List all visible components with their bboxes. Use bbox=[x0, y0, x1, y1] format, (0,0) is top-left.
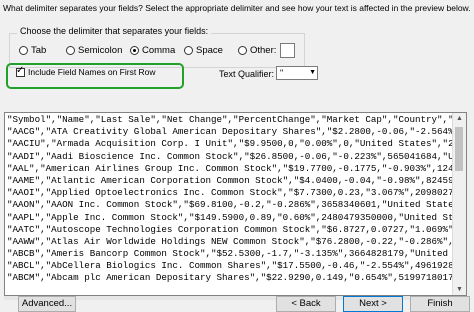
preview-row: "ABCB","Ameris Bancorp Common Stock","$5… bbox=[7, 248, 454, 260]
preview-row: "AATC","Autoscope Technologies Corporati… bbox=[7, 223, 454, 235]
radio-space-label: Space bbox=[196, 45, 223, 56]
preview-row: "AAON","AAON Inc. Common Stock","$69.810… bbox=[7, 199, 454, 211]
next-button[interactable]: Next > bbox=[343, 296, 403, 312]
radio-comma-dot[interactable] bbox=[130, 46, 139, 55]
radio-other-dot[interactable] bbox=[238, 46, 247, 55]
preview-pane: "Symbol","Name","Last Sale","Net Change"… bbox=[4, 112, 467, 296]
preview-row: "AACG","ATA Creativity Global American D… bbox=[7, 126, 454, 138]
radio-other[interactable]: Other: bbox=[238, 45, 276, 56]
radio-space-dot[interactable] bbox=[184, 46, 193, 55]
scroll-down-icon[interactable]: ▼ bbox=[453, 286, 466, 293]
preview-row: "ABCM","Abcam plc American Depositary Sh… bbox=[7, 272, 454, 284]
other-delimiter-input[interactable] bbox=[280, 43, 295, 58]
preview-row: "AADI","Aadi Bioscience Inc. Common Stoc… bbox=[7, 150, 454, 162]
instruction-text: What delimiter separates your fields? Se… bbox=[3, 3, 471, 13]
chevron-down-icon[interactable]: ▼ bbox=[309, 67, 316, 79]
preview-row: "Symbol","Name","Last Sale","Net Change"… bbox=[7, 114, 454, 125]
radio-tab[interactable]: Tab bbox=[19, 45, 46, 56]
advanced-button[interactable]: Advanced... bbox=[18, 296, 76, 312]
radio-other-label: Other: bbox=[250, 45, 277, 56]
preview-row: "AAL","American Airlines Group Inc. Comm… bbox=[7, 162, 454, 174]
text-qualifier-label: Text Qualifier: bbox=[219, 69, 275, 79]
field-names-label: Include Field Names on First Row bbox=[28, 67, 156, 77]
field-names-checkbox-row[interactable]: Include Field Names on First Row bbox=[16, 65, 156, 77]
radio-comma[interactable]: Comma bbox=[130, 45, 175, 56]
radio-comma-label: Comma bbox=[142, 45, 176, 56]
radio-semicolon[interactable]: Semicolon bbox=[66, 45, 122, 56]
preview-row: "ABCL","AbCellera Biologics Inc. Common … bbox=[7, 260, 454, 272]
preview-row: "AAWW","Atlas Air Worldwide Holdings NEW… bbox=[7, 235, 454, 247]
text-qualifier-select[interactable]: " ▼ bbox=[276, 66, 318, 80]
delimiter-group-legend: Choose the delimiter that separates your… bbox=[17, 26, 212, 36]
radio-tab-dot[interactable] bbox=[19, 46, 28, 55]
radio-space[interactable]: Space bbox=[184, 45, 223, 56]
radio-semicolon-label: Semicolon bbox=[78, 45, 123, 56]
preview-rows: "Symbol","Name","Last Sale","Net Change"… bbox=[7, 114, 454, 285]
finish-button[interactable]: Finish bbox=[410, 296, 470, 312]
vertical-scrollbar[interactable]: ▲ ▼ bbox=[452, 113, 466, 295]
text-qualifier-value: " bbox=[280, 68, 284, 78]
scroll-thumb[interactable] bbox=[455, 127, 463, 171]
radio-tab-label: Tab bbox=[31, 45, 47, 56]
preview-row: "AACIU","Armada Acquisition Corp. I Unit… bbox=[7, 138, 454, 150]
preview-row: "AAME","Atlantic American Corporation Co… bbox=[7, 174, 454, 186]
preview-row: "AAPL","Apple Inc. Common Stock","$149.5… bbox=[7, 211, 454, 223]
scroll-up-icon[interactable]: ▲ bbox=[453, 115, 466, 122]
back-button[interactable]: < Back bbox=[276, 296, 336, 312]
radio-semicolon-dot[interactable] bbox=[66, 46, 75, 55]
field-names-checkbox[interactable] bbox=[16, 65, 25, 77]
preview-row: "AAOI","Applied Optoelectronics Inc. Com… bbox=[7, 187, 454, 199]
